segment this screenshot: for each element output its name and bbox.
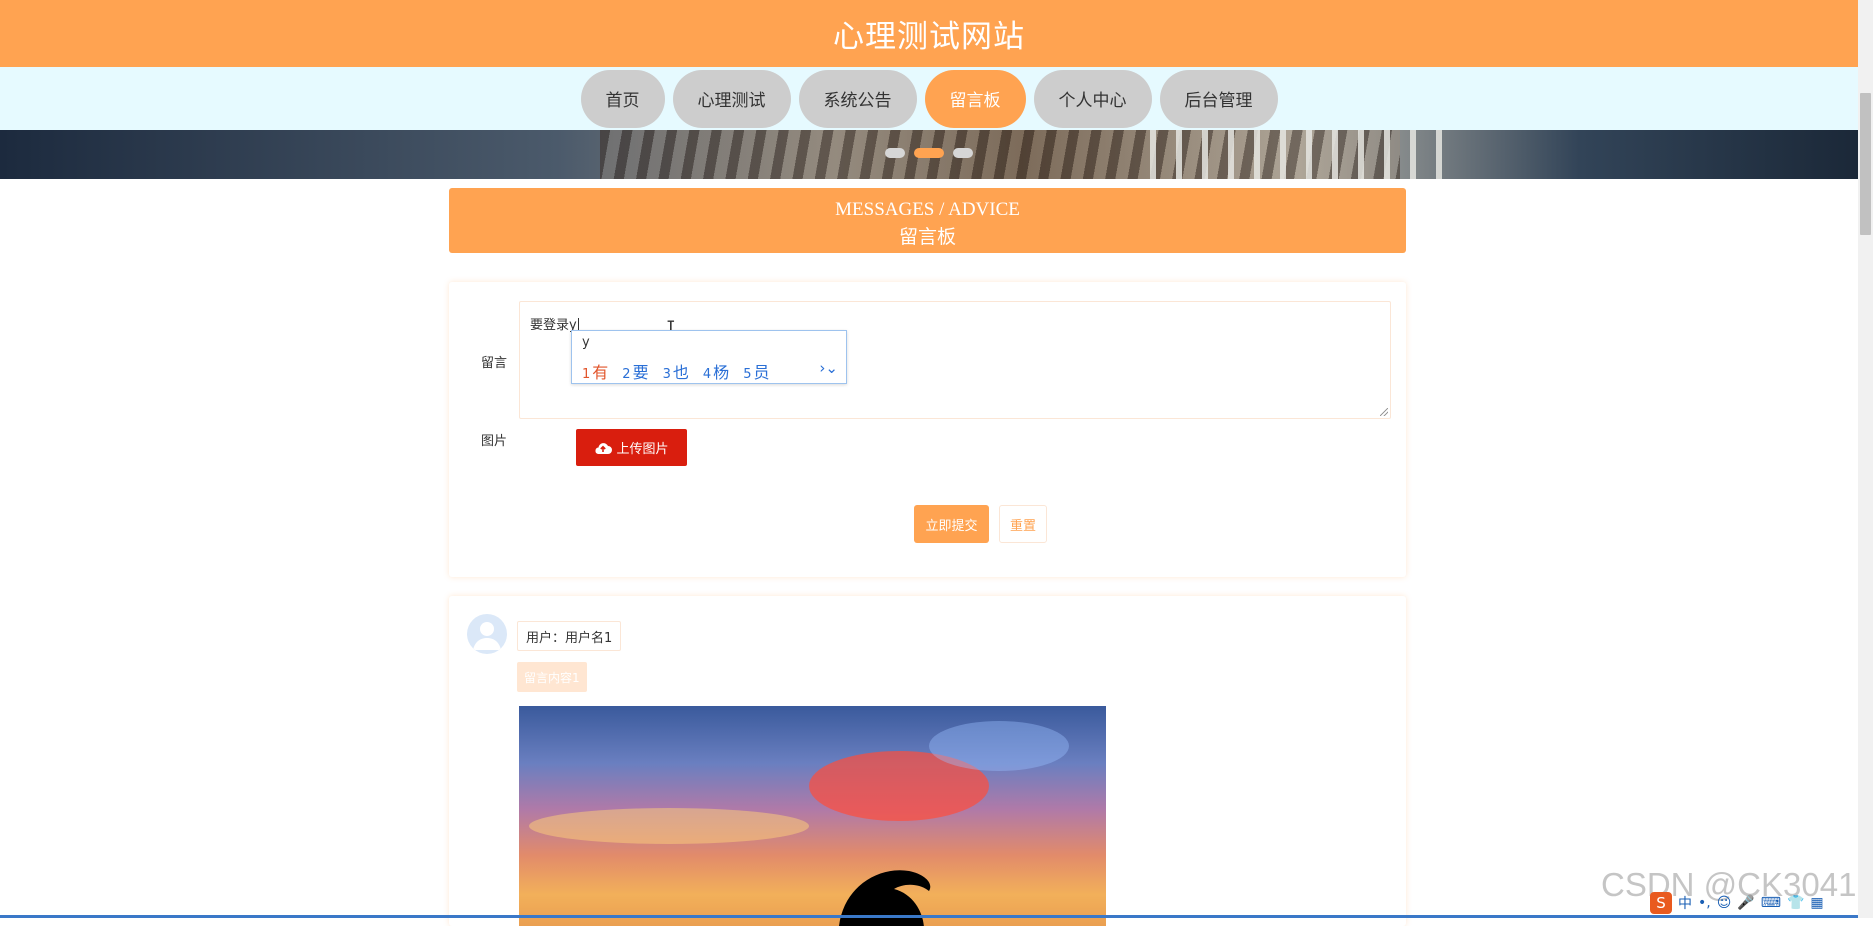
resize-handle-icon[interactable]: [1380, 408, 1388, 416]
message-label: 留言: [481, 356, 508, 371]
message-text: 要登录y: [530, 318, 577, 333]
ime-next-page-icon[interactable]: ›⌄: [819, 359, 838, 377]
nav-item-message-board[interactable]: 留言板: [924, 69, 1026, 128]
keyboard-icon[interactable]: ⌨: [1761, 895, 1781, 911]
user-avatar-icon: [473, 622, 501, 650]
punctuation-icon[interactable]: •,: [1698, 895, 1711, 911]
ime-candidate-3[interactable]: 3也: [663, 359, 689, 383]
emoji-icon[interactable]: ☺: [1717, 895, 1732, 911]
message-content: 留言内容1: [517, 662, 587, 692]
page-scrollbar[interactable]: [1858, 0, 1873, 918]
upload-image-button[interactable]: 上传图片: [576, 429, 687, 466]
ime-candidate-4[interactable]: 4杨: [703, 359, 729, 383]
section-title-en: MESSAGES / ADVICE: [835, 199, 1020, 220]
main-nav: 首页 心理测试 系统公告 留言板 个人中心 后台管理: [0, 67, 1858, 130]
cloud-upload-icon: [595, 442, 613, 454]
message-user: 用户：用户名1: [517, 621, 622, 651]
avatar: [467, 614, 507, 654]
upload-label: 上传图片: [616, 442, 669, 457]
ime-pinyin: y: [582, 335, 590, 350]
ime-candidate-5[interactable]: 5员: [743, 359, 769, 383]
nav-item-psych-test[interactable]: 心理测试: [672, 69, 791, 128]
carousel-dot-3[interactable]: [953, 148, 973, 158]
message-form: 留言 要登录y I y 1有 2要 3也 4杨 5员 ›⌄ 图片 上传图片 立即…: [449, 282, 1406, 577]
message-list-item: 用户：用户名1 留言内容1: [449, 596, 1406, 926]
carousel-dots: [0, 148, 1858, 160]
ime-status-tray: S 中 •, ☺ 🎤 ⌨ 👕 ▦: [1650, 890, 1858, 916]
section-header: MESSAGES / ADVICE 留言板: [449, 188, 1406, 253]
section-title-cn: 留言板: [898, 227, 956, 248]
ime-candidate-2[interactable]: 2要: [622, 359, 648, 383]
nav-item-admin[interactable]: 后台管理: [1159, 69, 1278, 128]
dolphin-sunset-image: [529, 721, 1069, 926]
carousel-dot-1[interactable]: [885, 148, 905, 158]
ime-language[interactable]: 中: [1678, 893, 1692, 913]
nav-item-personal-center[interactable]: 个人中心: [1033, 69, 1152, 128]
skin-icon[interactable]: 👕: [1787, 895, 1804, 911]
toolbox-icon[interactable]: ▦: [1810, 895, 1823, 911]
reset-button[interactable]: 重置: [999, 505, 1047, 543]
site-header: 心理测试网站: [0, 0, 1858, 67]
sogou-ime-icon[interactable]: S: [1650, 892, 1672, 914]
microphone-icon[interactable]: 🎤: [1737, 895, 1754, 911]
scrollbar-thumb[interactable]: [1860, 93, 1871, 235]
image-label: 图片: [481, 434, 508, 449]
site-title: 心理测试网站: [833, 19, 1025, 55]
submit-button[interactable]: 立即提交: [914, 505, 989, 543]
nav-item-home[interactable]: 首页: [580, 69, 665, 128]
ime-candidate-popup: y 1有 2要 3也 4杨 5员 ›⌄: [571, 330, 847, 384]
ime-candidate-1[interactable]: 1有: [582, 359, 608, 383]
nav-item-announcements[interactable]: 系统公告: [798, 69, 917, 128]
message-photo: [519, 706, 1106, 926]
carousel-dot-2[interactable]: [914, 148, 944, 158]
ime-candidates: 1有 2要 3也 4杨 5员: [582, 359, 769, 383]
